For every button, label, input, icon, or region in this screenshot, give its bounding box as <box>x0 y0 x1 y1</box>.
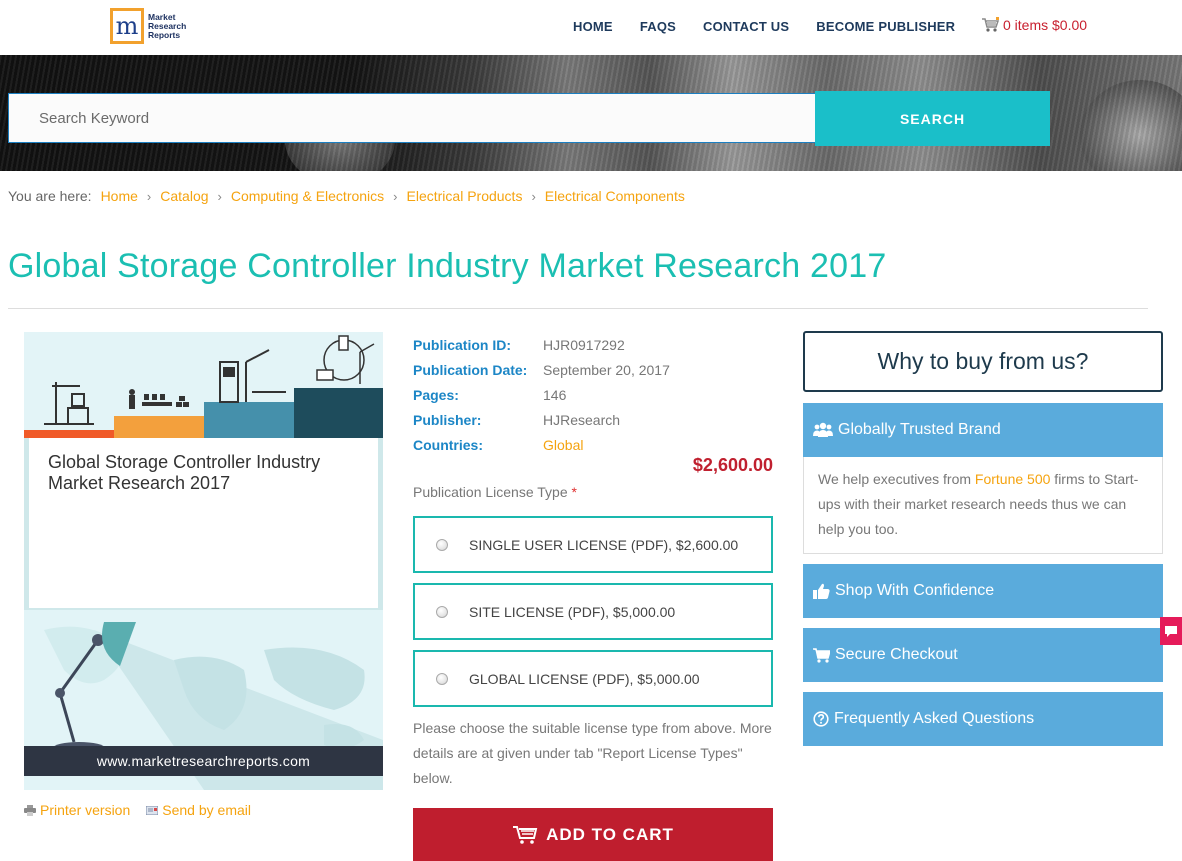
publication-details: Publication ID: HJR0917292 Publication D… <box>413 332 670 457</box>
price: $2,600.00 <box>692 455 773 475</box>
breadcrumb-catalog[interactable]: Catalog <box>160 188 208 204</box>
nav-home[interactable]: HOME <box>573 19 613 34</box>
search-button[interactable]: SEARCH <box>815 91 1050 146</box>
license-option-global[interactable]: GLOBAL LICENSE (PDF), $5,000.00 <box>413 650 773 707</box>
report-cover-image: Global Storage Controller Industry Marke… <box>24 332 383 790</box>
why-buy-heading: Why to buy from us? <box>803 331 1163 392</box>
detail-row-publication-date: Publication Date: September 20, 2017 <box>413 361 670 378</box>
add-to-cart-button[interactable]: ADD TO CART <box>413 808 773 861</box>
logo-mark: m <box>110 8 144 44</box>
users-icon <box>813 422 833 437</box>
cover-url: www.marketresearchreports.com <box>24 746 383 776</box>
breadcrumb-computing-electronics[interactable]: Computing & Electronics <box>231 188 384 204</box>
radio-button[interactable] <box>436 605 448 618</box>
chevron-right-icon: › <box>217 188 222 204</box>
industry-steps-illustration <box>24 335 383 438</box>
site-logo[interactable]: m Market Research Reports <box>110 8 186 44</box>
nav-contact-us[interactable]: CONTACT US <box>703 19 789 34</box>
sidebar-item-shop-with-confidence[interactable]: Shop With Confidence <box>803 564 1163 618</box>
detail-row-publisher: Publisher: HJResearch <box>413 411 621 428</box>
publication-id-value: HJR0917292 <box>543 336 625 353</box>
radio-button[interactable] <box>436 672 448 685</box>
main-nav: HOME FAQS CONTACT US BECOME PUBLISHER <box>573 19 982 34</box>
breadcrumb-prefix: You are here: <box>8 188 92 204</box>
breadcrumb-electrical-components[interactable]: Electrical Components <box>545 188 685 204</box>
breadcrumb: You are here: Home › Catalog › Computing… <box>8 188 685 204</box>
breadcrumb-electrical-products[interactable]: Electrical Products <box>407 188 523 204</box>
cart-summary: 0 items $0.00 <box>1003 17 1088 33</box>
chevron-right-icon: › <box>146 188 152 204</box>
pages-value: 146 <box>543 386 567 403</box>
cart-icon <box>813 647 830 663</box>
email-icon <box>146 805 159 815</box>
fortune-500-highlight: Fortune 500 <box>974 471 1051 487</box>
site-header: m Market Research Reports HOME FAQS CONT… <box>0 0 1182 55</box>
sidebar-item-faq[interactable]: Frequently Asked Questions <box>803 692 1163 746</box>
detail-row-pages: Pages: 146 <box>413 386 567 403</box>
globally-trusted-brand-body: We help executives from Fortune 500 firm… <box>803 457 1163 554</box>
cover-title: Global Storage Controller Industry Marke… <box>48 452 321 493</box>
publisher-value: HJResearch <box>543 411 621 428</box>
question-circle-icon <box>813 711 829 727</box>
nav-faqs[interactable]: FAQS <box>640 19 676 34</box>
thumbs-up-icon <box>813 583 830 599</box>
required-mark: * <box>571 484 577 500</box>
cover-illustration <box>24 332 383 438</box>
shopping-cart-icon <box>982 17 999 32</box>
radio-button[interactable] <box>436 538 448 551</box>
header-cart[interactable]: 0 items $0.00 <box>981 17 1087 33</box>
countries-link[interactable]: Global <box>543 437 583 453</box>
sidebar-item-secure-checkout[interactable]: Secure Checkout <box>803 628 1163 682</box>
chevron-right-icon: › <box>531 188 536 204</box>
publication-date-value: September 20, 2017 <box>543 361 670 378</box>
search-input[interactable] <box>8 93 816 143</box>
utility-links: Printer version Send by email <box>24 802 267 818</box>
printer-version-link[interactable]: Printer version <box>24 802 130 818</box>
nav-become-publisher[interactable]: BECOME PUBLISHER <box>816 19 955 34</box>
detail-row-publication-id: Publication ID: HJR0917292 <box>413 336 625 353</box>
send-by-email-link[interactable]: Send by email <box>146 802 251 818</box>
logo-text: Market Research Reports <box>148 11 187 40</box>
license-option-site[interactable]: SITE LICENSE (PDF), $5,000.00 <box>413 583 773 640</box>
detail-row-countries: Countries: Global <box>413 436 584 453</box>
license-type-label: Publication License Type * <box>413 484 577 500</box>
breadcrumb-home[interactable]: Home <box>101 188 138 204</box>
chat-bubble-icon <box>1165 625 1177 637</box>
printer-icon <box>24 804 36 816</box>
chat-widget-button[interactable] <box>1160 617 1182 645</box>
page-title: Global Storage Controller Industry Marke… <box>8 247 887 285</box>
license-option-single-user[interactable]: SINGLE USER LICENSE (PDF), $2,600.00 <box>413 516 773 573</box>
license-hint: Please choose the suitable license type … <box>413 720 772 786</box>
title-divider <box>8 308 1148 309</box>
cart-icon <box>513 825 538 844</box>
sidebar-item-globally-trusted-brand[interactable]: Globally Trusted Brand <box>803 403 1163 457</box>
chevron-right-icon: › <box>393 188 398 204</box>
hero-banner: SEARCH <box>0 55 1182 171</box>
